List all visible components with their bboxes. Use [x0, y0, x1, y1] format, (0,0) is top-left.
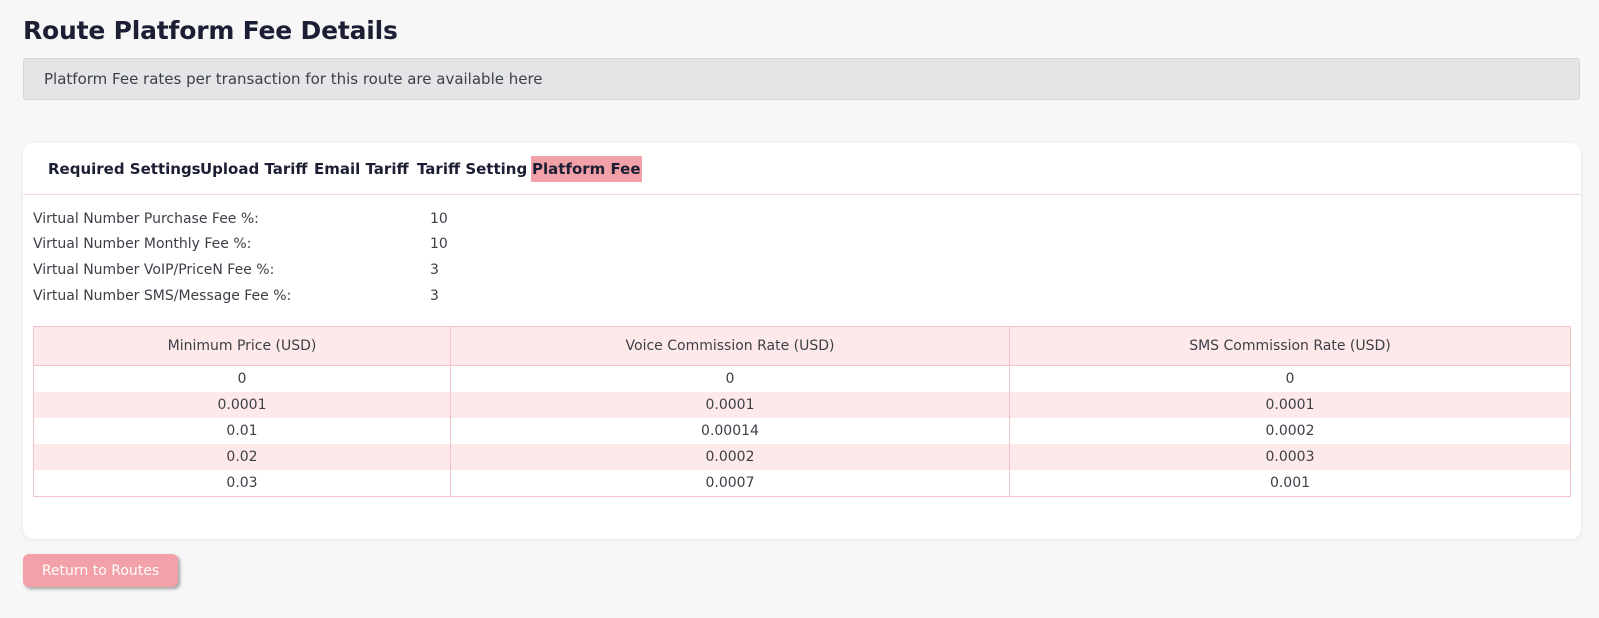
table-cell: 0.01 — [33, 418, 451, 444]
table-cell: 0.00014 — [450, 418, 1010, 444]
table-cell: 0.0002 — [1009, 418, 1571, 444]
table-cell: 0.0001 — [450, 392, 1010, 418]
tab-bar: Required Settings Upload Tariff Email Ta… — [23, 143, 1581, 195]
column-header-minimum-price: Minimum Price (USD) — [33, 326, 451, 366]
fee-row-monthly: Virtual Number Monthly Fee %: 10 — [33, 236, 533, 256]
table-cell: 0.02 — [33, 444, 451, 470]
table-cell: 0.0001 — [1009, 392, 1571, 418]
info-banner: Platform Fee rates per transaction for t… — [23, 58, 1580, 100]
platform-fee-card: Required Settings Upload Tariff Email Ta… — [23, 143, 1581, 539]
table-cell: 0.0007 — [450, 470, 1010, 497]
table-cell: 0 — [450, 365, 1010, 392]
table-row: 0.02 0.0002 0.0003 — [33, 444, 1571, 470]
tab-platform-fee[interactable]: Platform Fee — [531, 156, 642, 182]
table-cell: 0.0003 — [1009, 444, 1571, 470]
fee-value: 3 — [430, 288, 439, 304]
return-to-routes-button[interactable]: Return to Routes — [23, 554, 178, 587]
table-row: 0.01 0.00014 0.0002 — [33, 418, 1571, 444]
fee-value: 10 — [430, 236, 448, 252]
fee-label: Virtual Number Monthly Fee %: — [33, 236, 252, 252]
page-title: Route Platform Fee Details — [23, 16, 398, 45]
table-cell: 0 — [33, 365, 451, 392]
column-header-voice-commission: Voice Commission Rate (USD) — [450, 326, 1010, 366]
fee-row-voip: Virtual Number VoIP/PriceN Fee %: 3 — [33, 262, 533, 282]
tab-email-tariff[interactable]: Email Tariff — [313, 156, 410, 182]
table-cell: 0.03 — [33, 470, 451, 497]
fee-row-purchase: Virtual Number Purchase Fee %: 10 — [33, 211, 533, 231]
table-cell: 0.0002 — [450, 444, 1010, 470]
table-row: 0.03 0.0007 0.001 — [33, 470, 1571, 497]
table-cell: 0 — [1009, 365, 1571, 392]
fee-value: 3 — [430, 262, 439, 278]
table-cell: 0.001 — [1009, 470, 1571, 497]
fee-value: 10 — [430, 211, 448, 227]
tab-required-settings[interactable]: Required Settings — [47, 156, 202, 182]
fee-label: Virtual Number VoIP/PriceN Fee %: — [33, 262, 275, 278]
fee-row-sms: Virtual Number SMS/Message Fee %: 3 — [33, 288, 533, 308]
tab-upload-tariff[interactable]: Upload Tariff — [199, 156, 309, 182]
table-header-row: Minimum Price (USD) Voice Commission Rat… — [33, 326, 1571, 366]
fee-label: Virtual Number SMS/Message Fee %: — [33, 288, 292, 304]
tab-tariff-setting[interactable]: Tariff Setting — [416, 156, 528, 182]
commission-table: Minimum Price (USD) Voice Commission Rat… — [33, 326, 1571, 497]
fee-label: Virtual Number Purchase Fee %: — [33, 211, 259, 227]
table-row: 0 0 0 — [33, 365, 1571, 392]
table-row: 0.0001 0.0001 0.0001 — [33, 392, 1571, 418]
column-header-sms-commission: SMS Commission Rate (USD) — [1009, 326, 1571, 366]
table-cell: 0.0001 — [33, 392, 451, 418]
